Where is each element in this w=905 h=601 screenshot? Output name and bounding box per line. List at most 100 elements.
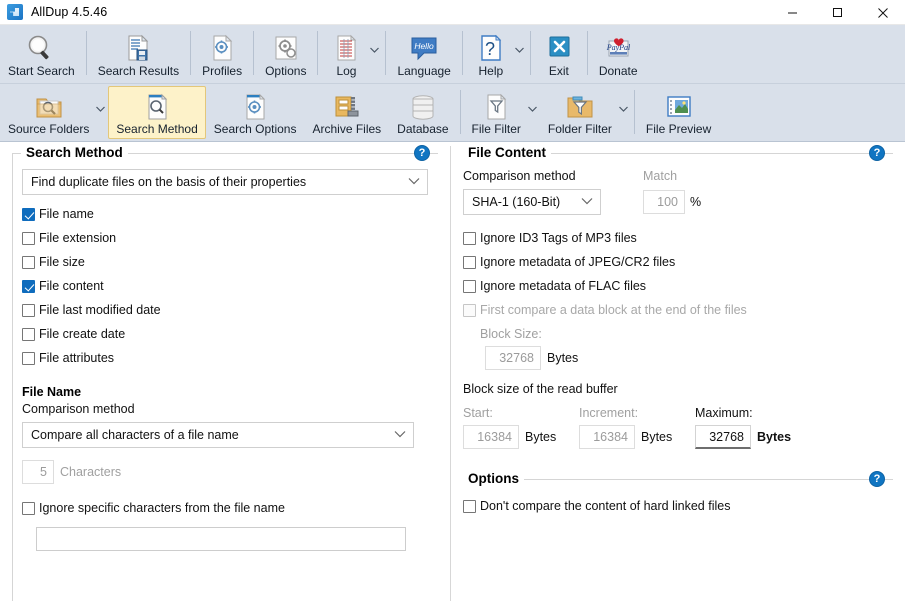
checkbox-row-file-last-modified-date[interactable]: File last modified date <box>22 299 428 321</box>
group-title: File Content <box>463 145 551 160</box>
checkbox-file-create-date[interactable] <box>22 327 35 341</box>
checkbox-file-content[interactable] <box>22 279 35 293</box>
close-button[interactable] <box>860 0 905 25</box>
buffer-labels-row: Start: Increment: Maximum: <box>463 406 883 420</box>
checkbox-row-file-content[interactable]: File content <box>22 275 428 297</box>
toolbar-button-search-results[interactable]: Search Results <box>90 27 187 81</box>
toolbar-label: Search Results <box>97 64 180 78</box>
toolbar-button-exit[interactable]: Exit <box>534 27 584 81</box>
source-folders-dropdown-caret-icon[interactable] <box>95 106 106 112</box>
match-input[interactable]: 100 <box>643 190 685 214</box>
checkbox-file-name[interactable] <box>22 207 35 221</box>
characters-label: Characters <box>60 465 122 479</box>
checkbox-file-attributes[interactable] <box>22 351 35 365</box>
checkbox-label: File size <box>39 255 85 269</box>
characters-input[interactable]: 5 <box>22 460 54 484</box>
buffer-start-field: 16384 Bytes <box>463 425 579 449</box>
buffer-increment-input: 16384 <box>579 425 635 449</box>
toolbar-button-file-filter[interactable]: File Filter <box>464 86 529 139</box>
toolbar-button-search-method[interactable]: Search Method <box>108 86 206 139</box>
window-title: AllDup 4.5.46 <box>31 5 108 19</box>
file-content-group: File Content ? Comparison method Match S… <box>463 145 893 464</box>
toolbar-button-start-search[interactable]: Start Search <box>0 27 83 81</box>
toolbar-button-database[interactable]: Database <box>389 86 456 139</box>
checkbox-row-file-name[interactable]: File name <box>22 203 428 225</box>
search-method-combo[interactable]: Find duplicate files on the basis of the… <box>22 169 428 195</box>
checkbox-row-ignore-id3-tags[interactable]: Ignore ID3 Tags of MP3 files <box>463 227 883 249</box>
checkbox-row-dont-compare-hard-linked[interactable]: Don't compare the content of hard linked… <box>463 495 883 517</box>
checkbox-ignore-flac-metadata[interactable] <box>463 279 476 293</box>
toolbar-button-search-options[interactable]: Search Options <box>206 86 305 139</box>
toolbar-separator <box>633 90 635 134</box>
main-toolbar: Start Search Search Results Profiles Opt… <box>0 25 905 83</box>
comparison-method-label: Comparison method <box>22 402 135 416</box>
buffer-start-label: Start: <box>463 406 493 420</box>
checkbox-label: Don't compare the content of hard linked… <box>480 499 731 513</box>
speech-bubble-icon: Hello <box>407 32 441 64</box>
checkbox-label: File attributes <box>39 351 115 365</box>
minimize-button[interactable] <box>770 0 815 25</box>
toolbar-button-help[interactable]: ? Help <box>466 27 516 81</box>
toolbar-button-options[interactable]: Options <box>257 27 314 81</box>
checkbox-row-file-size[interactable]: File size <box>22 251 428 273</box>
group-title: Options <box>463 471 524 486</box>
checkbox-label: Ignore metadata of JPEG/CR2 files <box>480 255 676 269</box>
toolbar-separator <box>385 31 387 75</box>
toolbar-separator <box>461 31 463 75</box>
search-method-combo-value: Find duplicate files on the basis of the… <box>31 175 307 189</box>
comparison-method-label: Comparison method <box>463 169 576 183</box>
checkbox-row-file-attributes[interactable]: File attributes <box>22 347 428 369</box>
toolbar-label: Exit <box>548 64 569 78</box>
title-bar: AllDup 4.5.46 <box>0 0 905 25</box>
file-name-comparison-combo[interactable]: Compare all characters of a file name <box>22 422 414 448</box>
checkbox-label: Ignore metadata of FLAC files <box>480 279 647 293</box>
log-dropdown-caret-icon[interactable] <box>369 47 380 53</box>
checkbox-label: File content <box>39 279 104 293</box>
toolbar-label: File Preview <box>645 122 712 136</box>
block-size-unit: Bytes <box>547 351 579 365</box>
checkbox-file-extension[interactable] <box>22 231 35 245</box>
buffer-maximum-input[interactable]: 32768 <box>695 425 751 449</box>
file-content-comparison-combo[interactable]: SHA-1 (160-Bit) <box>463 189 601 215</box>
help-icon[interactable]: ? <box>869 145 885 161</box>
checkbox-file-size[interactable] <box>22 255 35 269</box>
match-label: Match <box>643 169 678 183</box>
group-title: Search Method <box>21 145 128 160</box>
help-icon[interactable]: ? <box>869 471 885 487</box>
toolbar-label: Search Options <box>213 122 297 136</box>
checkbox-dont-compare-hard-linked[interactable] <box>463 499 476 513</box>
folder-search-icon <box>32 91 66 122</box>
checkbox-ignore-id3-tags[interactable] <box>463 231 476 245</box>
maximize-button[interactable] <box>815 0 860 25</box>
toolbar-separator <box>459 90 461 134</box>
options-group: Options ? Don't compare the content of h… <box>463 471 893 601</box>
checkbox-row-file-extension[interactable]: File extension <box>22 227 428 249</box>
toolbar-button-language[interactable]: Hello Language <box>389 27 458 81</box>
help-icon[interactable]: ? <box>414 145 430 161</box>
image-preview-icon <box>662 91 696 122</box>
toolbar-button-folder-filter[interactable]: Folder Filter <box>540 86 620 139</box>
match-unit: % <box>690 195 702 209</box>
checkbox-label: Ignore specific characters from the file… <box>39 501 285 515</box>
checkbox-label: File name <box>39 207 94 221</box>
checkbox-ignore-jpeg-metadata[interactable] <box>463 255 476 269</box>
toolbar-button-donate[interactable]: PayPal Donate <box>591 27 646 81</box>
toolbar-label: Source Folders <box>8 122 90 136</box>
toolbar-button-archive-files[interactable]: Archive Files <box>304 86 389 139</box>
checkbox-row-ignore-jpeg-metadata[interactable]: Ignore metadata of JPEG/CR2 files <box>463 251 883 273</box>
toolbar-button-log[interactable]: Log <box>321 27 371 81</box>
toolbar-button-source-folders[interactable]: Source Folders <box>0 86 97 139</box>
toolbar-separator <box>85 31 87 75</box>
toolbar-button-file-preview[interactable]: File Preview <box>638 86 719 139</box>
checkbox-row-file-create-date[interactable]: File create date <box>22 323 428 345</box>
ignore-characters-input[interactable] <box>36 527 406 551</box>
buffer-maximum-unit: Bytes <box>757 430 792 444</box>
checkbox-file-last-modified-date[interactable] <box>22 303 35 317</box>
checkbox-label: Ignore ID3 Tags of MP3 files <box>480 231 637 245</box>
checkbox-row-ignore-specific-characters[interactable]: Ignore specific characters from the file… <box>22 497 428 519</box>
document-gear-icon <box>238 91 272 122</box>
toolbar-button-profiles[interactable]: Profiles <box>194 27 250 81</box>
checkbox-ignore-specific-characters[interactable] <box>22 501 35 515</box>
checkbox-row-ignore-flac-metadata[interactable]: Ignore metadata of FLAC files <box>463 275 883 297</box>
checkbox-row-first-compare-end-block: First compare a data block at the end of… <box>463 299 883 321</box>
